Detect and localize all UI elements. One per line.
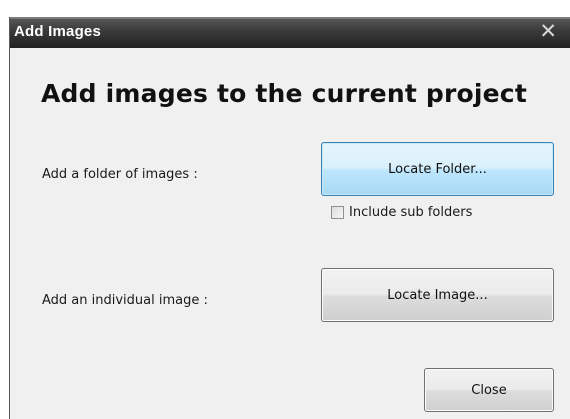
include-subfolders-label: Include sub folders bbox=[349, 205, 473, 220]
screen: Add Images ✕ Add images to the current p… bbox=[0, 0, 570, 419]
window-title: Add Images bbox=[14, 23, 102, 40]
locate-image-button[interactable]: Locate Image... bbox=[321, 268, 554, 322]
add-images-dialog: Add Images ✕ Add images to the current p… bbox=[9, 17, 570, 419]
close-icon[interactable]: ✕ bbox=[539, 21, 557, 43]
locate-folder-button[interactable]: Locate Folder... bbox=[321, 142, 554, 196]
titlebar[interactable]: Add Images ✕ bbox=[10, 17, 570, 48]
page-title: Add images to the current project bbox=[41, 79, 527, 108]
include-subfolders-checkbox-row[interactable]: Include sub folders bbox=[331, 205, 472, 220]
folder-label: Add a folder of images : bbox=[42, 167, 198, 182]
close-button[interactable]: Close bbox=[424, 368, 554, 412]
include-subfolders-checkbox[interactable] bbox=[331, 206, 344, 219]
image-label: Add an individual image : bbox=[42, 293, 208, 308]
